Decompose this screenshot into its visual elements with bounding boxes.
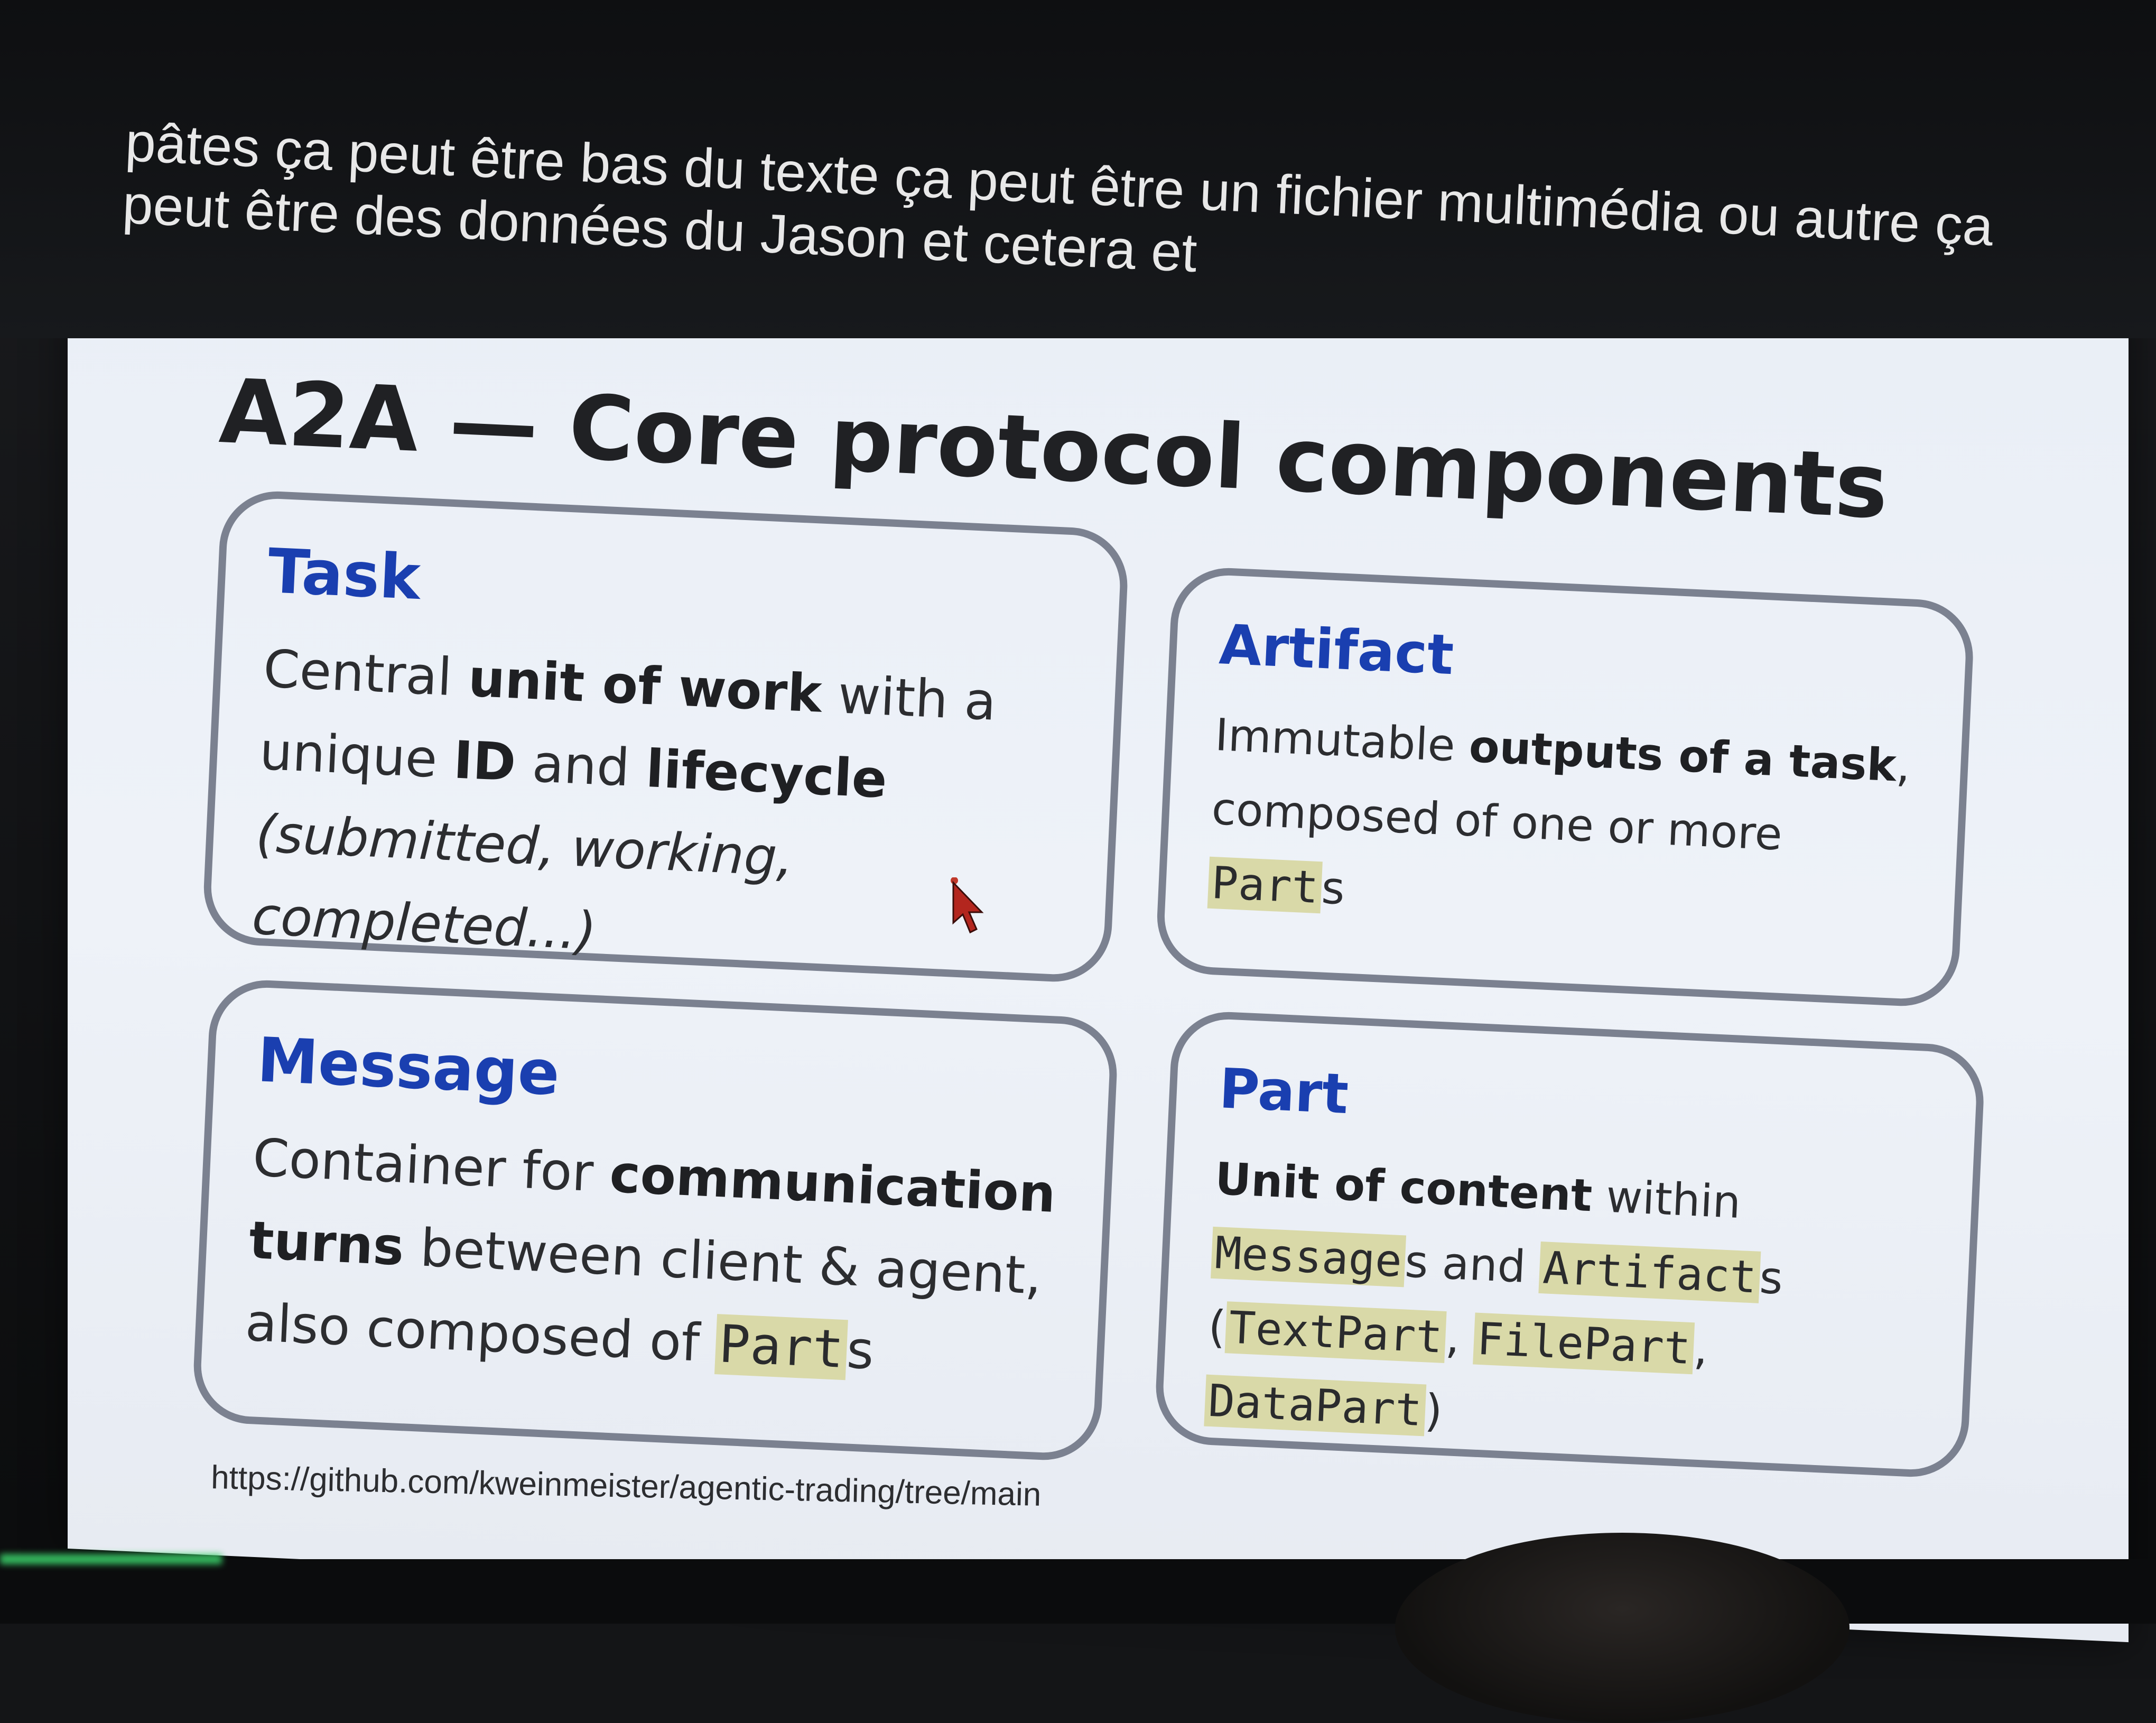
status-light [0,1554,222,1564]
message-code-part: Part [714,1314,849,1381]
artifact-text-1: Immutable [1214,708,1471,772]
message-card: Message Container for communication turn… [191,978,1120,1463]
part-code-textpart: TextPart [1224,1301,1447,1363]
source-url: https://github.com/kweinmeister/agentic-… [210,1459,1042,1513]
part-card-body: Unit of content within Messages and Arti… [1203,1142,1930,1470]
task-bold-3: lifecycle [644,739,889,810]
part-card: Part Unit of content within Messages and… [1153,1009,1986,1480]
part-text-2: s and [1404,1235,1541,1293]
task-bold-1: unit of work [467,648,823,725]
message-text-3: s [845,1320,876,1382]
message-card-title: Message [255,1024,561,1109]
task-card-title: Task [266,535,422,614]
artifact-code-part: Part [1207,856,1323,914]
part-code-datapart: DataPart [1204,1374,1426,1437]
artifact-card-body: Immutable outputs of a task, composed of… [1207,698,1920,951]
part-code-message: Message [1210,1226,1407,1287]
task-lifecycle-states: (submitted, working, completed...) [250,803,795,962]
task-text-3: and [514,733,648,799]
part-code-artifact: Artifact [1538,1242,1761,1303]
part-text-1: within [1591,1170,1742,1229]
audience-head [1395,1533,1850,1723]
task-card: Task Central unit of work with a unique … [201,489,1130,985]
part-text-5: , [1693,1322,1709,1375]
part-code-filepart: FilePart [1472,1312,1695,1375]
artifact-text-3: s [1320,861,1346,915]
part-text-4: , [1444,1311,1475,1365]
message-text-1: Container for [252,1127,611,1205]
task-text-1: Central [262,638,470,709]
task-bold-2: ID [452,730,517,793]
part-bold-1: Unit of content [1214,1152,1594,1222]
artifact-card-title: Artifact [1218,612,1455,688]
artifact-card: Artifact Immutable outputs of a task, co… [1155,566,1976,1009]
message-card-body: Container for communication turns betwee… [244,1117,1064,1401]
artifact-bold-1: outputs of a task [1467,720,1898,792]
part-text-6: ) [1424,1384,1444,1437]
mouse-cursor-icon [951,877,984,934]
part-card-title: Part [1218,1056,1350,1127]
task-card-body: Central unit of work with a unique ID an… [250,628,1074,994]
slide: A2A — Core protocol components Task Cent… [0,0,2156,1624]
